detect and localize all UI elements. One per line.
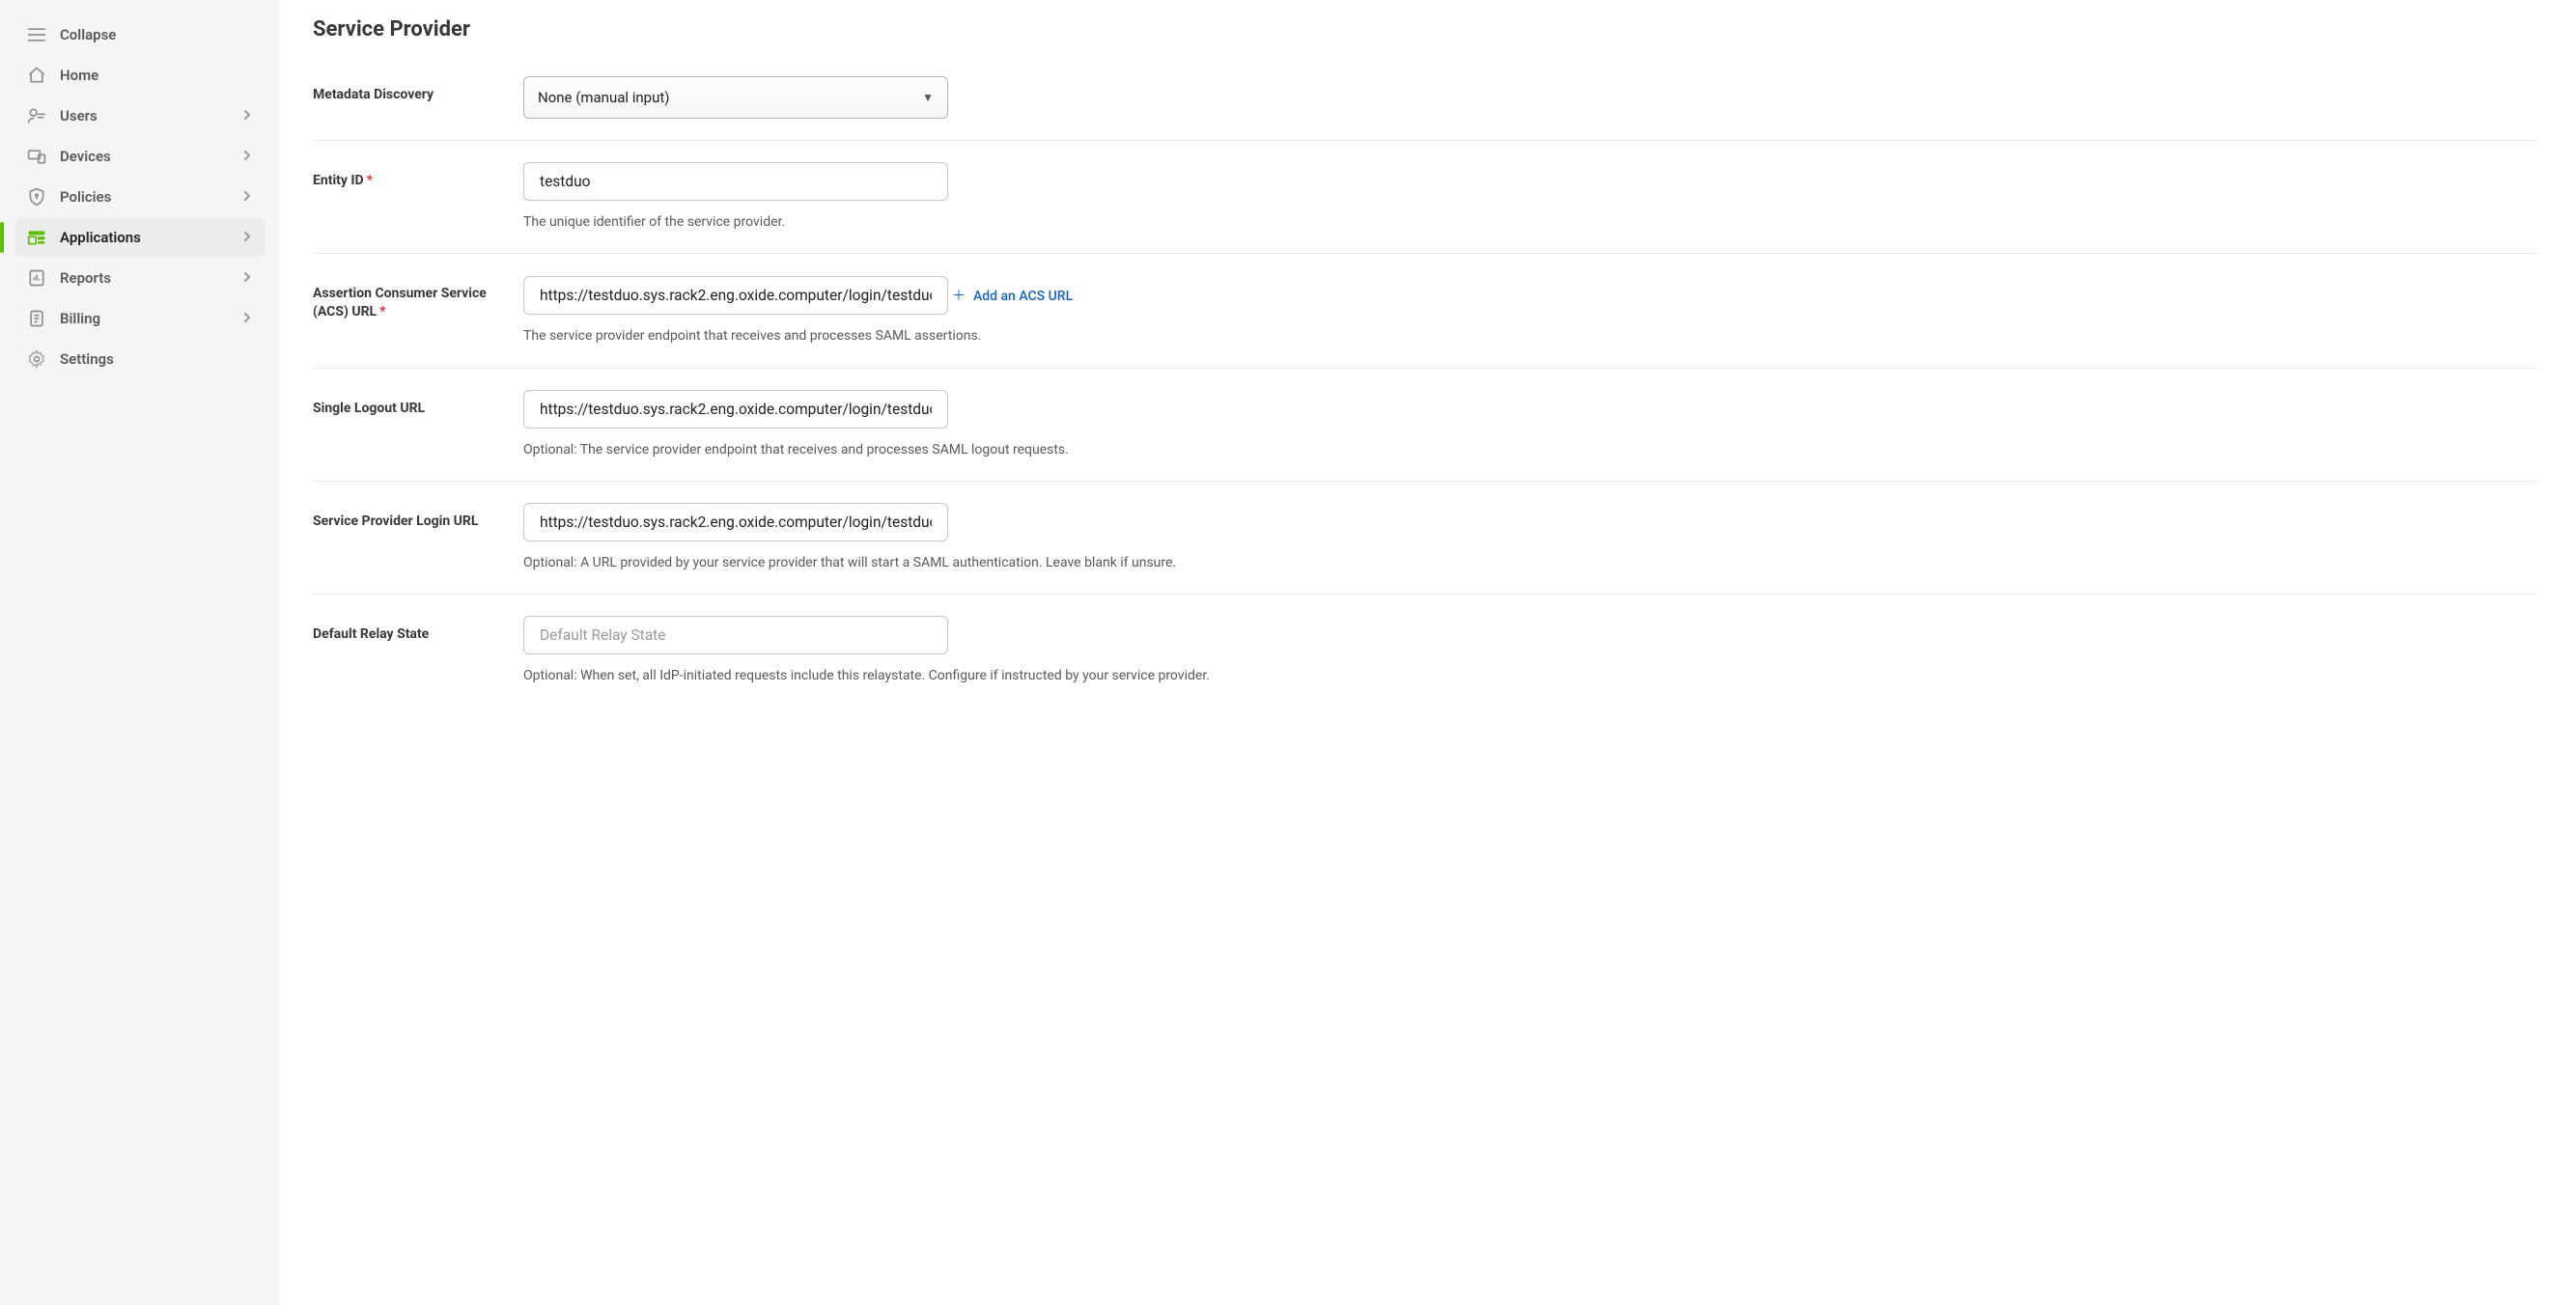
sidebar-item-users[interactable]: Users (15, 97, 265, 135)
default-relay-state-helper: Optional: When set, all IdP-initiated re… (523, 666, 2537, 685)
acs-url-input[interactable] (523, 276, 948, 315)
label-slo-url: Single Logout URL (313, 390, 523, 418)
metadata-discovery-select[interactable]: None (manual input) ▼ (523, 76, 948, 119)
chevron-right-icon (241, 269, 253, 287)
sidebar-item-label: Billing (60, 310, 100, 327)
slo-url-helper: Optional: The service provider endpoint … (523, 440, 2537, 459)
acs-url-helper: The service provider endpoint that recei… (523, 326, 2537, 346)
row-metadata-discovery: Metadata Discovery None (manual input) ▼ (313, 69, 2537, 140)
devices-icon (27, 147, 46, 166)
default-relay-state-input[interactable] (523, 616, 948, 654)
menu-icon (27, 25, 46, 44)
label-default-relay-state: Default Relay State (313, 616, 523, 644)
row-acs-url: Assertion Consumer Service (ACS) URL* ＋ … (313, 253, 2537, 367)
slo-url-input[interactable] (523, 390, 948, 429)
row-entity-id: Entity ID* The unique identifier of the … (313, 140, 2537, 253)
chevron-right-icon (241, 310, 253, 327)
chevron-right-icon (241, 188, 253, 206)
sp-login-url-input[interactable] (523, 503, 948, 541)
sidebar-item-label: Reports (60, 269, 111, 287)
sidebar-item-label: Users (60, 107, 98, 125)
label-entity-id: Entity ID* (313, 162, 523, 190)
add-acs-url-label: Add an ACS URL (973, 289, 1073, 304)
sidebar-item-applications[interactable]: Applications (15, 218, 265, 257)
users-icon (27, 106, 46, 125)
main-content: Service Provider Metadata Discovery None… (280, 0, 2576, 1305)
sidebar-item-reports[interactable]: Reports (15, 259, 265, 297)
entity-id-helper: The unique identifier of the service pro… (523, 212, 2537, 232)
page-title: Service Provider (313, 17, 2537, 42)
sp-login-url-helper: Optional: A URL provided by your service… (523, 553, 2537, 572)
sidebar-collapse-label: Collapse (60, 26, 116, 43)
add-acs-url-link[interactable]: ＋ Add an ACS URL (952, 289, 1073, 304)
sidebar-item-label: Settings (60, 350, 114, 368)
sidebar-item-label: Devices (60, 148, 111, 165)
row-sp-login-url: Service Provider Login URL Optional: A U… (313, 481, 2537, 594)
chevron-right-icon (241, 229, 253, 246)
sidebar-item-policies[interactable]: Policies (15, 178, 265, 216)
sidebar-item-label: Applications (60, 229, 141, 246)
chevron-right-icon (241, 107, 253, 125)
row-default-relay-state: Default Relay State Optional: When set, … (313, 594, 2537, 707)
sidebar-collapse[interactable]: Collapse (15, 15, 265, 54)
reports-icon (27, 268, 46, 288)
sidebar-item-label: Home (60, 67, 98, 84)
chevron-right-icon (241, 148, 253, 165)
entity-id-input[interactable] (523, 162, 948, 201)
required-marker: * (367, 173, 373, 188)
plus-icon: ＋ (952, 290, 966, 303)
sidebar-item-billing[interactable]: Billing (15, 299, 265, 338)
chevron-down-icon: ▼ (922, 91, 934, 104)
metadata-discovery-value: None (manual input) (538, 89, 670, 106)
sidebar-item-label: Policies (60, 188, 111, 206)
shield-icon (27, 187, 46, 207)
sidebar-item-home[interactable]: Home (15, 56, 265, 95)
home-icon (27, 66, 46, 85)
sidebar: Collapse Home Users Devices Policies (0, 0, 280, 1305)
applications-icon (27, 228, 46, 247)
sidebar-item-settings[interactable]: Settings (15, 340, 265, 378)
billing-icon (27, 309, 46, 328)
label-metadata-discovery: Metadata Discovery (313, 76, 523, 104)
label-sp-login-url: Service Provider Login URL (313, 503, 523, 531)
label-acs-url: Assertion Consumer Service (ACS) URL* (313, 275, 523, 321)
required-marker: * (379, 304, 385, 319)
gear-icon (27, 349, 46, 369)
row-slo-url: Single Logout URL Optional: The service … (313, 368, 2537, 481)
sidebar-item-devices[interactable]: Devices (15, 137, 265, 176)
